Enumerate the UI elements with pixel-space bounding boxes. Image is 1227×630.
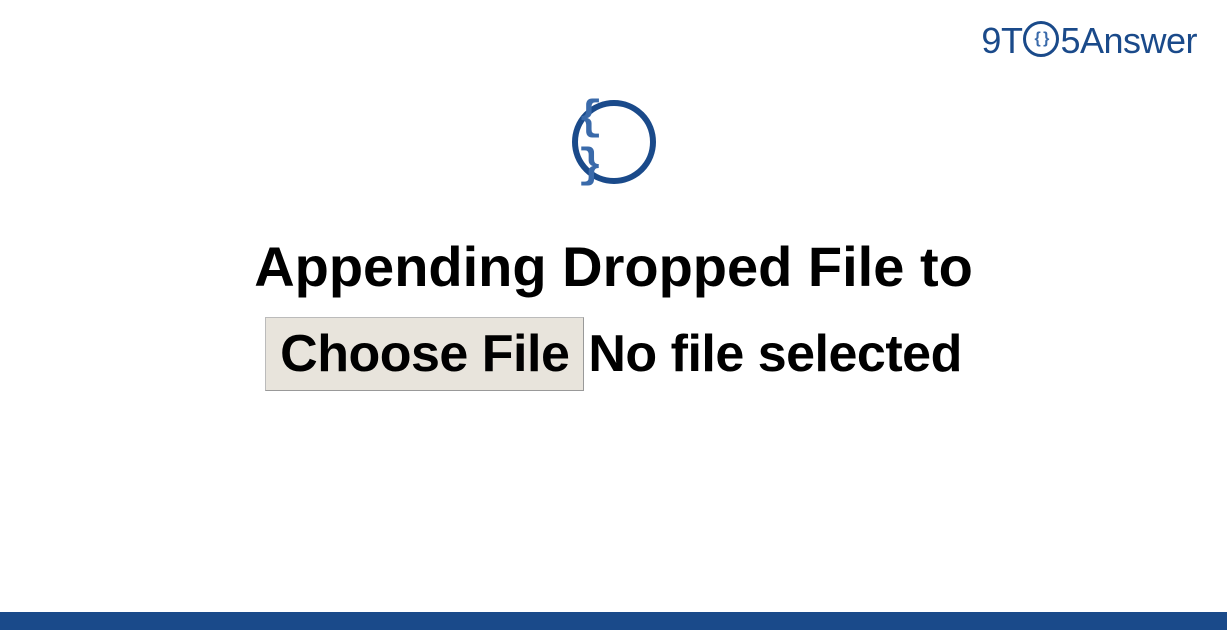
site-logo[interactable]: 9T { } 5Answer	[981, 20, 1197, 62]
braces-icon: { }	[578, 94, 650, 190]
file-input-row: Choose File No file selected	[0, 317, 1227, 391]
page-title-line1: Appending Dropped File to	[0, 234, 1227, 299]
logo-text-part2: 5Answer	[1060, 20, 1197, 62]
choose-file-button[interactable]: Choose File	[265, 317, 584, 391]
footer-bar	[0, 612, 1227, 630]
file-status-text: No file selected	[588, 324, 961, 384]
logo-braces-icon: { }	[1034, 30, 1048, 48]
header: 9T { } 5Answer	[981, 20, 1197, 62]
logo-circle-icon: { }	[1023, 21, 1059, 57]
category-icon-circle: { }	[572, 100, 656, 184]
main-content: { } Appending Dropped File to Choose Fil…	[0, 100, 1227, 391]
logo-text-part1: 9T	[981, 20, 1022, 62]
title-area: Appending Dropped File to Choose File No…	[0, 234, 1227, 391]
